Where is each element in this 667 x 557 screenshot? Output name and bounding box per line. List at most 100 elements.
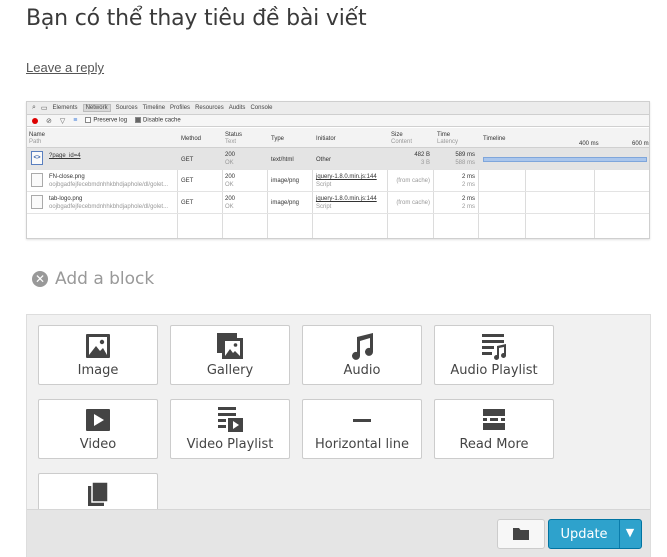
request-type: image/png <box>271 200 300 206</box>
request-size: 482 B <box>414 152 430 158</box>
devtools-tab-active: Network <box>82 104 111 112</box>
request-path: oojbgadfejfecebmdnhhkbhdjaphole/dl/golet… <box>49 204 169 210</box>
read-more-icon <box>435 406 553 434</box>
add-block-toggle[interactable]: ✕ Add a block <box>32 269 154 289</box>
block-label: Image <box>77 363 119 378</box>
col-content: Content <box>391 139 413 145</box>
media-folder-button[interactable] <box>497 519 545 549</box>
request-type: text/html <box>271 157 294 163</box>
chevron-down-icon[interactable]: ▼ <box>619 526 641 539</box>
music-note-icon <box>303 332 421 360</box>
request-status: 200 <box>225 196 236 202</box>
col-path: Path <box>29 139 42 145</box>
image-file-icon <box>31 195 43 209</box>
request-initiator: jquery-1.8.0.min.js:144 <box>316 196 377 202</box>
block-label: Video <box>79 437 117 452</box>
request-method: GET <box>181 200 194 206</box>
request-status-text: OK <box>225 204 234 210</box>
block-label: Audio Playlist <box>450 363 538 378</box>
block-label: Read More <box>459 437 529 452</box>
request-latency: 2 ms <box>461 182 475 188</box>
video-icon <box>39 406 157 434</box>
request-initiator-sub: Script <box>316 204 332 210</box>
disable-cache-option: Disable cache <box>135 117 181 124</box>
update-label: Update <box>560 527 608 542</box>
devtools-toolbar: ⊘ ▽ ≡ Preserve log Disable cache <box>27 115 649 127</box>
checkbox-checked-icon <box>135 117 142 124</box>
request-name: FN-close.png <box>49 174 85 180</box>
request-initiator: jquery-1.8.0.min.js:144 <box>316 174 377 180</box>
block-label: Horizontal line <box>315 437 409 452</box>
devtools-tab: Timeline <box>142 105 166 111</box>
device-icon: ▭ <box>40 105 48 112</box>
disable-cache-label: Disable cache <box>143 117 181 124</box>
devtools-tab: Sources <box>115 105 138 111</box>
request-path: oojbgadfejfecebmdnhhkbhdjaphole/dl/golet… <box>49 182 169 188</box>
clear-icon: ⊘ <box>46 117 52 125</box>
horizontal-line-icon <box>303 406 421 434</box>
gallery-icon <box>171 332 289 360</box>
search-icon: ⌕ <box>32 104 36 111</box>
leave-reply-link[interactable]: Leave a reply <box>26 60 104 75</box>
block-audio-playlist-button[interactable]: Audio Playlist <box>434 325 554 385</box>
col-status-text: Text <box>225 139 237 145</box>
table-row: <> ?page_id=4 GET 200 OK text/html Other… <box>27 148 649 170</box>
image-icon <box>39 332 157 360</box>
col-type: Type <box>271 136 285 142</box>
timeline-tick: 600 ms <box>632 141 650 147</box>
request-type: image/png <box>271 178 300 184</box>
table-row: tab-logo.png oojbgadfejfecebmdnhhkbhdjap… <box>27 192 649 214</box>
block-pages-button[interactable] <box>38 473 158 513</box>
block-gallery-button[interactable]: Gallery <box>170 325 290 385</box>
panel-footer: Update ▼ <box>27 509 650 557</box>
request-initiator: Other <box>316 157 332 163</box>
block-label: Video Playlist <box>186 437 274 452</box>
col-latency: Latency <box>437 139 459 145</box>
audio-playlist-icon <box>435 332 553 360</box>
col-initiator: Initiator <box>316 136 336 142</box>
table-row: FN-close.png oojbgadfejfecebmdnhhkbhdjap… <box>27 170 649 192</box>
timeline-bar <box>483 157 647 162</box>
devtools-tab: Audits <box>228 105 246 111</box>
col-timeline: Timeline <box>483 136 506 142</box>
devtools-screenshot: ⌕ ▭ Elements Network Sources Timeline Pr… <box>26 101 650 239</box>
block-video-playlist-button[interactable]: Video Playlist <box>170 399 290 459</box>
request-initiator-sub: Script <box>316 182 332 188</box>
video-playlist-icon <box>171 406 289 434</box>
preserve-log-option: Preserve log <box>85 117 127 124</box>
request-status: 200 <box>225 152 236 158</box>
request-status: 200 <box>225 174 236 180</box>
block-picker-panel: Image Gallery Audio Audio Playlist Video… <box>26 314 651 557</box>
request-time: 589 ms <box>455 152 475 158</box>
html-file-icon: <> <box>31 151 43 165</box>
update-button[interactable]: Update ▼ <box>548 519 642 549</box>
devtools-tab: Console <box>250 105 273 111</box>
network-table: Name Path Method Status Text Type Initia… <box>27 128 650 238</box>
preserve-log-label: Preserve log <box>93 117 128 124</box>
post-title: Bạn có thể thay tiêu đề bài viết <box>26 6 367 31</box>
request-method: GET <box>181 157 194 163</box>
devtools-tab: Profiles <box>170 105 191 111</box>
request-size: (from cache) <box>396 178 430 184</box>
block-audio-button[interactable]: Audio <box>302 325 422 385</box>
image-file-icon <box>31 173 43 187</box>
request-name: ?page_id=4 <box>49 153 81 159</box>
col-method: Method <box>181 136 202 142</box>
timeline-tick: 400 ms <box>579 141 599 147</box>
devtools-tab: Resources <box>195 105 224 111</box>
request-latency: 588 ms <box>455 160 475 166</box>
request-time: 2 ms <box>461 174 475 180</box>
request-latency: 2 ms <box>461 204 475 210</box>
block-horizontal-line-button[interactable]: Horizontal line <box>302 399 422 459</box>
request-status-text: OK <box>225 160 234 166</box>
request-method: GET <box>181 178 194 184</box>
block-video-button[interactable]: Video <box>38 399 158 459</box>
filter-icon: ▽ <box>59 117 66 125</box>
list-view-icon: ≡ <box>73 117 78 124</box>
block-image-button[interactable]: Image <box>38 325 158 385</box>
request-status-text: OK <box>225 182 234 188</box>
block-label: Audio <box>343 363 381 378</box>
add-block-label: Add a block <box>55 269 155 289</box>
request-content: 3 B <box>420 160 430 166</box>
block-read-more-button[interactable]: Read More <box>434 399 554 459</box>
